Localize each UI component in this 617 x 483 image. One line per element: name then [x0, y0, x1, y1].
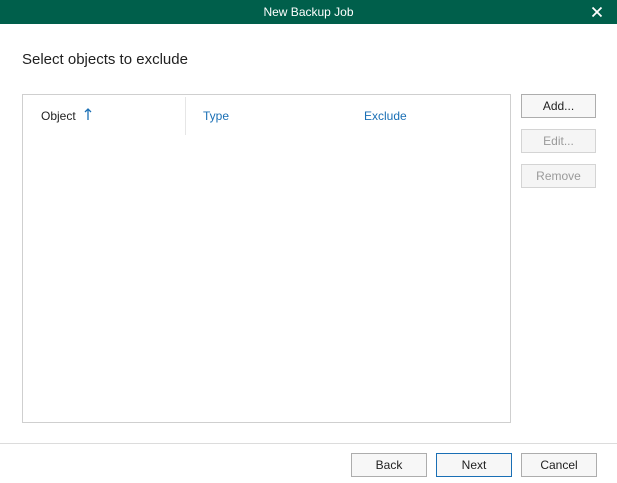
title-bar: New Backup Job — [0, 0, 617, 24]
footer-divider — [0, 443, 617, 444]
sort-ascending-icon — [84, 108, 92, 120]
back-button[interactable]: Back — [351, 453, 427, 477]
close-icon — [591, 6, 603, 18]
column-divider[interactable] — [185, 97, 186, 135]
new-backup-job-dialog: New Backup Job Select objects to exclude… — [0, 0, 617, 483]
cancel-button[interactable]: Cancel — [521, 453, 597, 477]
next-button[interactable]: Next — [436, 453, 512, 477]
column-header-type[interactable]: Type — [203, 109, 229, 123]
edit-button[interactable]: Edit... — [521, 129, 596, 153]
close-button[interactable] — [577, 0, 617, 24]
exclusions-list[interactable]: Object Type Exclude — [22, 94, 511, 423]
column-header-object[interactable]: Object — [41, 108, 92, 123]
remove-button[interactable]: Remove — [521, 164, 596, 188]
window-title: New Backup Job — [263, 5, 354, 19]
column-header-object-label: Object — [41, 109, 76, 123]
column-header-exclude[interactable]: Exclude — [364, 109, 407, 123]
add-button[interactable]: Add... — [521, 94, 596, 118]
page-heading: Select objects to exclude — [22, 51, 188, 68]
